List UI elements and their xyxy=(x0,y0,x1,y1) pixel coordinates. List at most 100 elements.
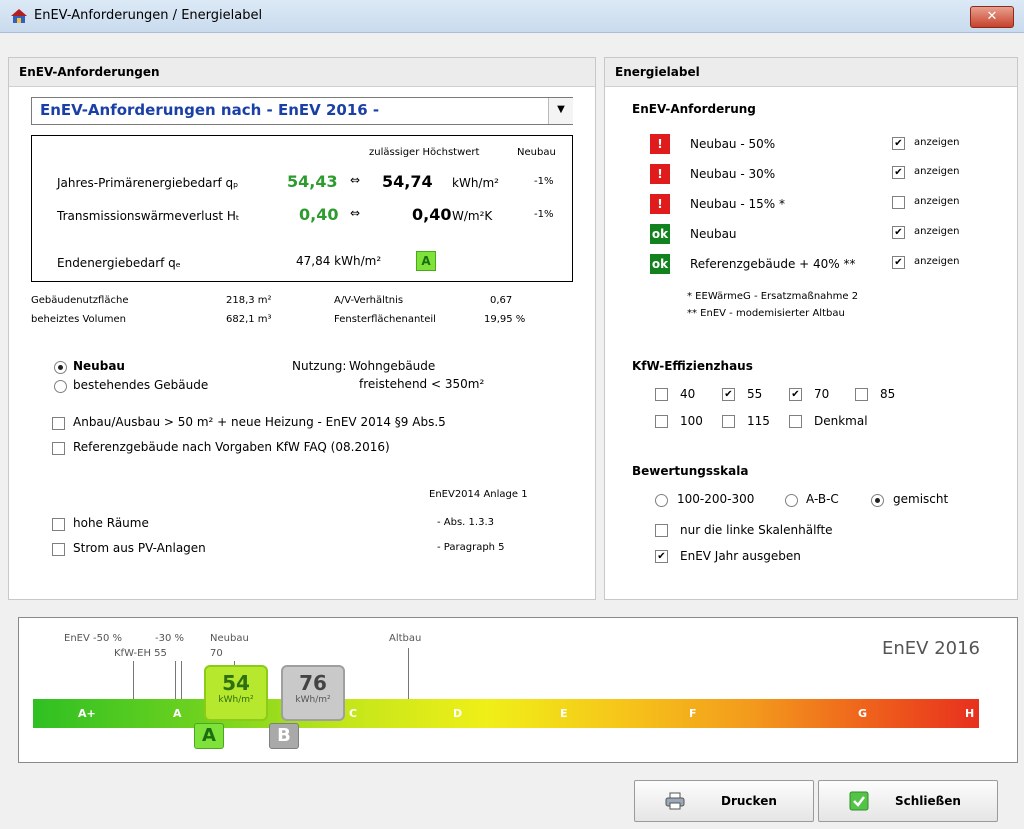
req-label: Referenzgebäude + 40% ** xyxy=(690,257,856,271)
radio-existing-label[interactable]: bestehendes Gebäude xyxy=(73,378,208,392)
anlage-title: EnEV2014 Anlage 1 xyxy=(429,489,528,500)
scale-abc-radio[interactable] xyxy=(785,494,798,507)
class-label: D xyxy=(453,707,463,720)
req-show-label[interactable]: anzeigen xyxy=(914,137,959,148)
close-button[interactable]: Schließen xyxy=(818,780,998,822)
kfw-115-checkbox[interactable] xyxy=(722,415,735,428)
class-label: G xyxy=(858,707,868,720)
req-label: Neubau xyxy=(690,227,737,241)
scale-mixed-radio[interactable] xyxy=(871,494,884,507)
current-value: 54 xyxy=(222,671,250,695)
class-label: H xyxy=(965,707,975,720)
checkbox-high-rooms-label[interactable]: hohe Räume xyxy=(73,516,149,530)
window-close-button[interactable]: ✕ xyxy=(970,6,1014,28)
warning-icon: ! xyxy=(650,164,670,184)
pv-ref: - Paragraph 5 xyxy=(437,542,505,553)
kfw-115-label[interactable]: 115 xyxy=(747,414,770,428)
reference-value-unit: kWh/m² xyxy=(295,695,331,705)
req-show-checkbox[interactable]: ✔ xyxy=(892,226,905,239)
end-energy-label: Endenergiebedarf qₑ xyxy=(57,256,181,270)
print-label: Drucken xyxy=(721,794,777,808)
ok-icon: ok xyxy=(650,254,670,274)
transmission-loss-label: Transmissionswärmeverlust Hₜ xyxy=(57,209,240,223)
kfw-85-checkbox[interactable] xyxy=(855,388,868,401)
kfw-85-label[interactable]: 85 xyxy=(880,387,895,401)
window-share-label: Fensterflächenanteil xyxy=(334,314,436,325)
left-half-checkbox[interactable] xyxy=(655,524,668,537)
kfw-denkmal-checkbox[interactable] xyxy=(789,415,802,428)
ok-icon: ok xyxy=(650,224,670,244)
enev-version-value: EnEV-Anforderungen nach - EnEV 2016 - xyxy=(40,101,380,119)
checkbox-pv-label[interactable]: Strom aus PV-Anlagen xyxy=(73,541,206,555)
marker-neubau: Neubau xyxy=(210,633,249,644)
compare-arrow-icon: ⇔ xyxy=(350,173,361,187)
energy-label-header: Energielabel xyxy=(605,58,1017,87)
req-show-label[interactable]: anzeigen xyxy=(914,166,959,177)
transmission-loss-max: 0,40 xyxy=(412,205,452,224)
energy-class-bar: A+ A B C D E F G H xyxy=(33,699,979,728)
checkbox-pv[interactable] xyxy=(52,543,65,556)
scale-100-label[interactable]: 100-200-300 xyxy=(677,492,754,506)
req-show-checkbox[interactable]: ✔ xyxy=(892,137,905,150)
col-max-header: zulässiger Höchstwert xyxy=(369,147,480,158)
checkbox-high-rooms[interactable] xyxy=(52,518,65,531)
primary-energy-label: Jahres-Primärenergiebedarf qₚ xyxy=(57,176,239,190)
end-energy-class-badge: A xyxy=(416,251,436,271)
av-ratio-value: 0,67 xyxy=(490,295,513,306)
enev-panel: EnEV-Anforderungen EnEV-Anforderungen na… xyxy=(8,57,596,600)
col-new-header: Neubau xyxy=(517,147,556,158)
high-rooms-ref: - Abs. 1.3.3 xyxy=(437,517,494,528)
class-label: A xyxy=(173,707,182,720)
marker-enev-50: EnEV -50 % xyxy=(64,633,123,644)
primary-energy-pct: -1% xyxy=(534,176,554,187)
current-value-box: 54 kWh/m² xyxy=(204,665,268,721)
req-label: Neubau - 50% xyxy=(690,137,776,151)
kfw-100-checkbox[interactable] xyxy=(655,415,668,428)
kfw-55-label[interactable]: 55 xyxy=(747,387,762,401)
av-ratio-label: A/V-Verhältnis xyxy=(334,295,404,306)
scale-mixed-label[interactable]: gemischt xyxy=(893,492,948,506)
req-show-checkbox[interactable]: ✔ xyxy=(892,256,905,269)
radio-neubau-label[interactable]: Neubau xyxy=(73,359,125,373)
compare-arrow-icon: ⇔ xyxy=(350,206,361,220)
reference-value-box: 76 kWh/m² xyxy=(281,665,345,721)
checkbox-reference[interactable] xyxy=(52,442,65,455)
kfw-100-label[interactable]: 100 xyxy=(680,414,703,428)
chevron-down-icon[interactable]: ▼ xyxy=(548,98,573,124)
kfw-40-checkbox[interactable] xyxy=(655,388,668,401)
req-show-label[interactable]: anzeigen xyxy=(914,256,959,267)
requirements-box: zulässiger Höchstwert Neubau Jahres-Prim… xyxy=(31,135,573,282)
req-show-label[interactable]: anzeigen xyxy=(914,196,959,207)
warning-icon: ! xyxy=(650,134,670,154)
kfw-denkmal-label[interactable]: Denkmal xyxy=(814,414,868,428)
req-show-checkbox[interactable] xyxy=(892,196,905,209)
kfw-40-label[interactable]: 40 xyxy=(680,387,695,401)
enev-requirement-title: EnEV-Anforderung xyxy=(632,102,756,116)
energy-label-panel: Energielabel EnEV-Anforderung ! Neubau -… xyxy=(604,57,1018,600)
checkbox-anbau-label[interactable]: Anbau/Ausbau > 50 m² + neue Heizung - En… xyxy=(73,415,446,429)
scale-abc-label[interactable]: A-B-C xyxy=(806,492,839,506)
enev-year-label[interactable]: EnEV Jahr ausgeben xyxy=(680,549,801,563)
checkbox-reference-label[interactable]: Referenzgebäude nach Vorgaben KfW FAQ (0… xyxy=(73,440,390,454)
kfw-70-label[interactable]: 70 xyxy=(814,387,829,401)
title-bar: EnEV-Anforderungen / Energielabel ✕ xyxy=(0,0,1024,33)
marker-30: -30 % xyxy=(155,633,185,644)
left-half-label[interactable]: nur die linke Skalenhälfte xyxy=(680,523,833,537)
kfw-55-checkbox[interactable]: ✔ xyxy=(722,388,735,401)
radio-neubau[interactable] xyxy=(54,361,67,374)
checkbox-anbau[interactable] xyxy=(52,417,65,430)
footnote-2: ** EnEV - modemisierter Altbau xyxy=(687,308,845,319)
reference-class-badge: B xyxy=(269,723,299,749)
usage-value-1: Wohngebäude xyxy=(349,359,436,373)
class-label: C xyxy=(349,707,358,720)
kfw-70-checkbox[interactable]: ✔ xyxy=(789,388,802,401)
enev-version-combo[interactable]: EnEV-Anforderungen nach - EnEV 2016 - ▼ xyxy=(31,97,573,125)
req-show-label[interactable]: anzeigen xyxy=(914,226,959,237)
radio-existing[interactable] xyxy=(54,380,67,393)
enev-year-checkbox[interactable]: ✔ xyxy=(655,550,668,563)
req-show-checkbox[interactable]: ✔ xyxy=(892,166,905,179)
scale-100-radio[interactable] xyxy=(655,494,668,507)
print-button[interactable]: Drucken xyxy=(634,780,814,822)
volume-value: 682,1 m³ xyxy=(226,314,272,325)
footnote-1: * EEWärmeG - Ersatzmaßnahme 2 xyxy=(687,291,859,302)
